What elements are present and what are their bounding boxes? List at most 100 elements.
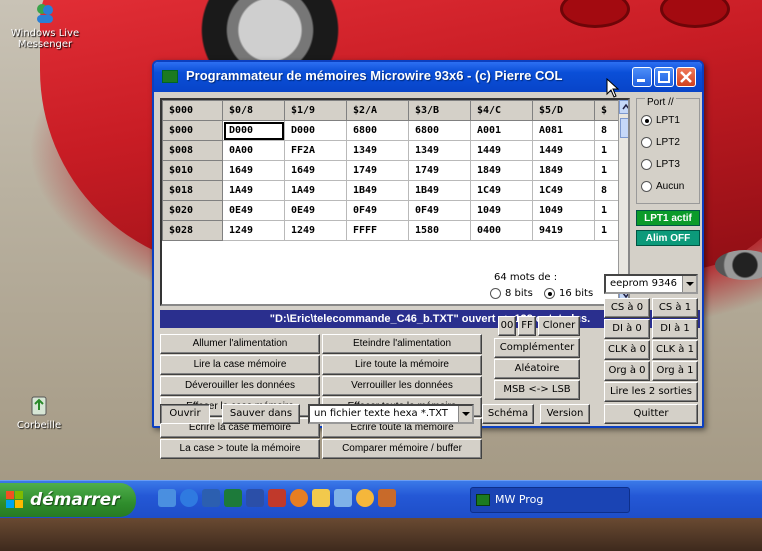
grid-cell-selected[interactable]: D000	[222, 120, 285, 141]
folder-icon[interactable]	[312, 489, 330, 507]
grid-cell[interactable]: 6800	[408, 120, 471, 141]
grid-cell[interactable]: A081	[532, 120, 595, 141]
cell-to-all-button[interactable]: La case > toute la mémoire	[160, 439, 320, 459]
grid-cell[interactable]: 1249	[284, 220, 347, 241]
clone-button[interactable]: Cloner	[538, 316, 580, 336]
msb-lsb-button[interactable]: MSB <-> LSB	[494, 380, 580, 400]
grid-cell[interactable]: 1749	[408, 160, 471, 181]
grid-cell[interactable]: 0E49	[284, 200, 347, 221]
grid-cell[interactable]: 0A00	[222, 140, 285, 161]
lock-data-button[interactable]: Verrouiller les données	[322, 376, 482, 396]
grid-cell[interactable]: 1C49	[532, 180, 595, 201]
grid-cell[interactable]: 0F49	[346, 200, 409, 221]
grid-cell[interactable]: 1649	[222, 160, 285, 181]
unlock-data-button[interactable]: Déverouiller les données	[160, 376, 320, 396]
desktop-icon-messenger[interactable]: Windows Live Messenger	[0, 0, 90, 50]
memory-grid[interactable]: $000 $0/8 $1/9 $2/A $3/B $4/C $5/D $ $00…	[160, 98, 630, 306]
grid-cell[interactable]: D000	[284, 120, 347, 141]
dropdown-button[interactable]	[682, 276, 696, 292]
dropdown-button[interactable]	[458, 406, 472, 422]
file-format-select[interactable]: un fichier texte hexa *.TXT	[308, 404, 474, 424]
grid-cell[interactable]: 1A49	[222, 180, 285, 201]
desktop-icon-recycle-bin[interactable]: Corbeille	[0, 392, 84, 431]
excel-icon[interactable]	[224, 489, 242, 507]
close-button[interactable]	[676, 67, 696, 87]
grid-cell[interactable]: 1249	[222, 220, 285, 241]
fill-00-button[interactable]: 00	[498, 316, 516, 336]
scroll-thumb[interactable]	[620, 118, 628, 138]
grid-cell[interactable]: 1049	[470, 200, 533, 221]
grid-cell[interactable]: FFFF	[346, 220, 409, 241]
compare-button[interactable]: Comparer mémoire / buffer	[322, 439, 482, 459]
radio-button[interactable]	[641, 137, 652, 148]
messenger-icon[interactable]	[356, 489, 374, 507]
radio-lpt2[interactable]: LPT2	[641, 137, 680, 148]
grid-cell[interactable]: 1849	[470, 160, 533, 181]
grid-cell[interactable]: 1349	[346, 140, 409, 161]
grid-cell[interactable]: 1449	[532, 140, 595, 161]
grid-cell[interactable]: 1580	[408, 220, 471, 241]
clk-0-button[interactable]: CLK à 0	[604, 340, 650, 360]
network-icon[interactable]	[334, 489, 352, 507]
radio-lpt3[interactable]: LPT3	[641, 159, 680, 170]
open-button[interactable]: Ouvrir	[160, 404, 210, 424]
di-0-button[interactable]: DI à 0	[604, 319, 650, 339]
grid-cell[interactable]: 0400	[470, 220, 533, 241]
cs-1-button[interactable]: CS à 1	[652, 298, 698, 318]
grid-cell[interactable]: 1349	[408, 140, 471, 161]
org-1-button[interactable]: Org à 1	[652, 361, 698, 381]
random-button[interactable]: Aléatoire	[494, 359, 580, 379]
save-button[interactable]: Sauver dans	[222, 404, 300, 424]
version-button[interactable]: Version	[540, 404, 590, 424]
start-button[interactable]: démarrer	[0, 483, 136, 517]
grid-cell[interactable]: FF2A	[284, 140, 347, 161]
grid-cell[interactable]: 0F49	[408, 200, 471, 221]
scroll-up-button[interactable]	[619, 100, 628, 114]
schema-button[interactable]: Schéma	[482, 404, 534, 424]
grid-cell[interactable]: 6800	[346, 120, 409, 141]
clk-1-button[interactable]: CLK à 1	[652, 340, 698, 360]
org-0-button[interactable]: Org à 0	[604, 361, 650, 381]
ie-icon[interactable]	[180, 489, 198, 507]
read-all-button[interactable]: Lire toute la mémoire	[322, 355, 482, 375]
power-on-button[interactable]: Allumer l'alimentation	[160, 334, 320, 354]
taskbar-button-mw-prog[interactable]: MW Prog	[470, 487, 630, 513]
cs-0-button[interactable]: CS à 0	[604, 298, 650, 318]
radio-button[interactable]	[641, 181, 652, 192]
di-1-button[interactable]: DI à 1	[652, 319, 698, 339]
grid-cell[interactable]: 1449	[470, 140, 533, 161]
grid-cell[interactable]: 1C49	[470, 180, 533, 201]
grid-cell[interactable]: 1649	[284, 160, 347, 181]
radio-lpt1[interactable]: LPT1	[641, 115, 680, 126]
read-outputs-button[interactable]: Lire les 2 sorties	[604, 382, 698, 402]
radio-button[interactable]	[544, 288, 555, 299]
grid-cell[interactable]: 1B49	[408, 180, 471, 201]
grid-cell[interactable]: 9419	[532, 220, 595, 241]
radio-button[interactable]	[490, 288, 501, 299]
word-icon[interactable]	[246, 489, 264, 507]
read-cell-button[interactable]: Lire la case mémoire	[160, 355, 320, 375]
eeprom-select[interactable]: eeprom 9346	[604, 274, 698, 294]
radio-aucun[interactable]: Aucun	[641, 181, 684, 192]
user-icon[interactable]	[378, 489, 396, 507]
grid-cell[interactable]: 1A49	[284, 180, 347, 201]
quit-button[interactable]: Quitter	[604, 404, 698, 424]
show-desktop-icon[interactable]	[158, 489, 176, 507]
media-icon[interactable]	[202, 489, 220, 507]
title-bar[interactable]: Programmateur de mémoires Microwire 93x6…	[154, 62, 702, 98]
firefox-icon[interactable]	[290, 489, 308, 507]
radio-16-bits[interactable]: 16 bits	[544, 288, 593, 299]
grid-cell[interactable]: 1049	[532, 200, 595, 221]
power-off-button[interactable]: Eteindre l'alimentation	[322, 334, 482, 354]
grid-cell[interactable]: A001	[470, 120, 533, 141]
grid-cell[interactable]: 1849	[532, 160, 595, 181]
complement-button[interactable]: Complémenter	[494, 338, 580, 358]
radio-8-bits[interactable]: 8 bits	[490, 288, 533, 299]
maximize-button[interactable]	[654, 67, 674, 87]
radio-button[interactable]	[641, 159, 652, 170]
minimize-button[interactable]	[632, 67, 652, 87]
paint-icon[interactable]	[268, 489, 286, 507]
grid-cell[interactable]: 1749	[346, 160, 409, 181]
fill-ff-button[interactable]: FF	[518, 316, 536, 336]
grid-cell[interactable]: 0E49	[222, 200, 285, 221]
